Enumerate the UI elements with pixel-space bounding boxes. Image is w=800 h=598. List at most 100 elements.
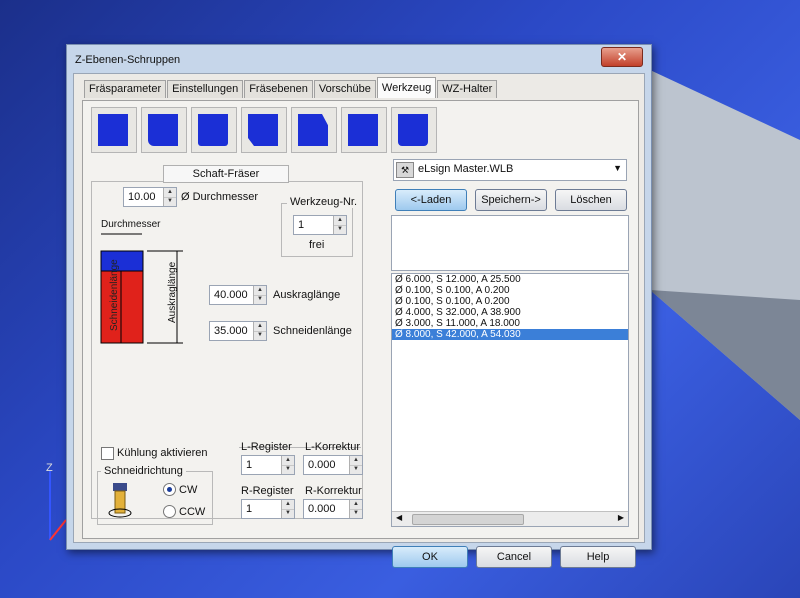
scrollbar-thumb[interactable] [412,514,524,525]
diameter-input[interactable]: 10.00 ▲ ▼ [123,187,177,207]
cutting-length-value: 35.000 [214,325,248,337]
l-register-spinner[interactable]: ▲ ▼ [281,456,294,474]
list-item[interactable]: Ø 0.100, S 0.100, A 0.200 [392,285,628,296]
drill-icon [398,114,428,146]
tool-type-ball-button[interactable] [191,107,237,153]
l-register-value: 1 [246,459,253,471]
list-item[interactable]: Ø 6.000, S 12.000, A 25.500 [392,274,628,285]
r-korrektur-input[interactable]: 0.000 ▲ ▼ [303,499,363,519]
projection-input[interactable]: 40.000 ▲ ▼ [209,285,267,305]
diagram-diameter-label: Durchmesser [101,219,161,230]
list-item[interactable]: Ø 3.000, S 11.000, A 18.000 [392,318,628,329]
l-korrektur-value: 0.000 [308,459,336,471]
down-arrow-icon[interactable]: ▼ [164,197,176,206]
projection-label: Auskraglänge [273,289,341,301]
title-bar[interactable]: Z-Ebenen-Schruppen ✕ [67,45,651,73]
cw-label: CW [179,484,198,496]
r-register-value: 1 [246,503,253,515]
projection-value: 40.000 [214,289,248,301]
cutting-length-input[interactable]: 35.000 ▲ ▼ [209,321,267,341]
r-register-input[interactable]: 1 ▲ ▼ [241,499,295,519]
angled-tool-icon [298,114,328,146]
cooling-checkbox[interactable] [101,447,114,460]
l-register-label: L-Register [241,441,292,453]
l-korrektur-spinner[interactable]: ▲ ▼ [349,456,362,474]
ccw-radio[interactable] [163,505,176,518]
tool-type-angle-button[interactable] [291,107,337,153]
down-arrow-icon[interactable]: ▼ [282,509,294,518]
corner-radius-icon [148,114,178,146]
scroll-left-icon[interactable]: ◀ [396,513,402,522]
tab-fraesparameter[interactable]: Fräsparameter [84,80,167,98]
cooling-label: Kühlung aktivieren [117,447,208,459]
down-arrow-icon[interactable]: ▼ [350,509,362,518]
chevron-down-icon[interactable]: ▼ [613,163,622,173]
load-button[interactable]: <-Laden [395,189,467,211]
tab-bar: Fräsparameter Einstellungen Fräsebenen V… [84,77,498,98]
cutter-rotation-icon [108,483,132,518]
r-korrektur-value: 0.000 [308,503,336,515]
tool-preview-box [391,215,629,271]
cw-radio[interactable] [163,483,176,496]
tool-type-label: Schaft-Fräser [163,165,289,183]
axis-z-label: Z [46,462,53,474]
ok-button[interactable]: OK [392,546,468,568]
tool-type-taper-button[interactable] [341,107,387,153]
horizontal-scrollbar[interactable]: ◀ ▶ [392,511,628,526]
delete-button[interactable]: Löschen [555,189,627,211]
tab-werkzeug[interactable]: Werkzeug [376,77,437,98]
dialog-body: Fräsparameter Einstellungen Fräsebenen V… [73,73,645,568]
window-title: Z-Ebenen-Schruppen [75,54,181,66]
diagram-projection-label: Auskraglänge [167,261,178,323]
tab-fraesebenen[interactable]: Fräsebenen [244,80,313,98]
tool-list[interactable]: Ø 6.000, S 12.000, A 25.500 Ø 0.100, S 0… [391,273,629,527]
l-korrektur-label: L-Korrektur [305,441,361,453]
tool-type-chamfer-button[interactable] [241,107,287,153]
list-item[interactable]: Ø 0.100, S 0.100, A 0.200 [392,296,628,307]
diameter-value: 10.00 [128,191,156,203]
tab-vorschuebe[interactable]: Vorschübe [313,80,376,98]
tab-wz-halter[interactable]: WZ-Halter [437,80,498,98]
down-arrow-icon[interactable]: ▼ [334,225,346,234]
tab-einstellungen[interactable]: Einstellungen [167,80,244,98]
werkzeug-panel: Schaft-Fräser 10.00 ▲ ▼ Ø Durchmesser Wer… [82,100,639,539]
l-register-input[interactable]: 1 ▲ ▼ [241,455,295,475]
dialog-window: Z-Ebenen-Schruppen ✕ Fräsparameter Einst… [66,44,652,568]
r-korrektur-spinner[interactable]: ▲ ▼ [349,500,362,518]
diameter-spinner[interactable]: ▲ ▼ [163,188,176,206]
library-selector[interactable]: ⚒ eLsign Master.WLB ▼ [393,159,627,181]
down-arrow-icon[interactable]: ▼ [254,295,266,304]
r-register-label: R-Register [241,485,294,497]
tool-number-value: 1 [298,219,305,231]
tool-number-input[interactable]: 1 ▲ ▼ [293,215,347,235]
tool-number-spinner[interactable]: ▲ ▼ [333,216,346,234]
help-button[interactable]: Help [560,546,636,568]
tool-number-status: frei [309,239,325,251]
down-arrow-icon[interactable]: ▼ [350,465,362,474]
down-arrow-icon[interactable]: ▼ [254,331,266,340]
cutting-length-spinner[interactable]: ▲ ▼ [253,322,266,340]
list-item[interactable]: Ø 4.000, S 32.000, A 38.900 [392,307,628,318]
cancel-button[interactable]: Cancel [476,546,552,568]
diameter-label: Ø Durchmesser [181,191,259,203]
scroll-right-icon[interactable]: ▶ [618,513,624,522]
taper-icon [348,114,378,146]
close-button[interactable]: ✕ [601,47,643,67]
cutting-length-label: Schneidenlänge [273,325,352,337]
tool-number-label: Werkzeug-Nr. [287,196,361,208]
bull-nose-icon [198,114,228,146]
r-register-spinner[interactable]: ▲ ▼ [281,500,294,518]
down-arrow-icon[interactable]: ▼ [282,465,294,474]
list-item-selected[interactable]: Ø 8.000, S 42.000, A 54.030 [392,329,628,340]
ccw-label: CCW [179,506,206,518]
tool-type-radius-button[interactable] [141,107,187,153]
save-button[interactable]: Speichern-> [475,189,547,211]
projection-spinner[interactable]: ▲ ▼ [253,286,266,304]
flat-endmill-icon [98,114,128,146]
library-icon: ⚒ [396,162,414,178]
l-korrektur-input[interactable]: 0.000 ▲ ▼ [303,455,363,475]
tool-type-drill-button[interactable] [391,107,437,153]
tool-type-flat-button[interactable] [91,107,137,153]
chamfer-icon [248,114,278,146]
diagram-cutting-length-label: Schneidenlänge [109,259,120,331]
